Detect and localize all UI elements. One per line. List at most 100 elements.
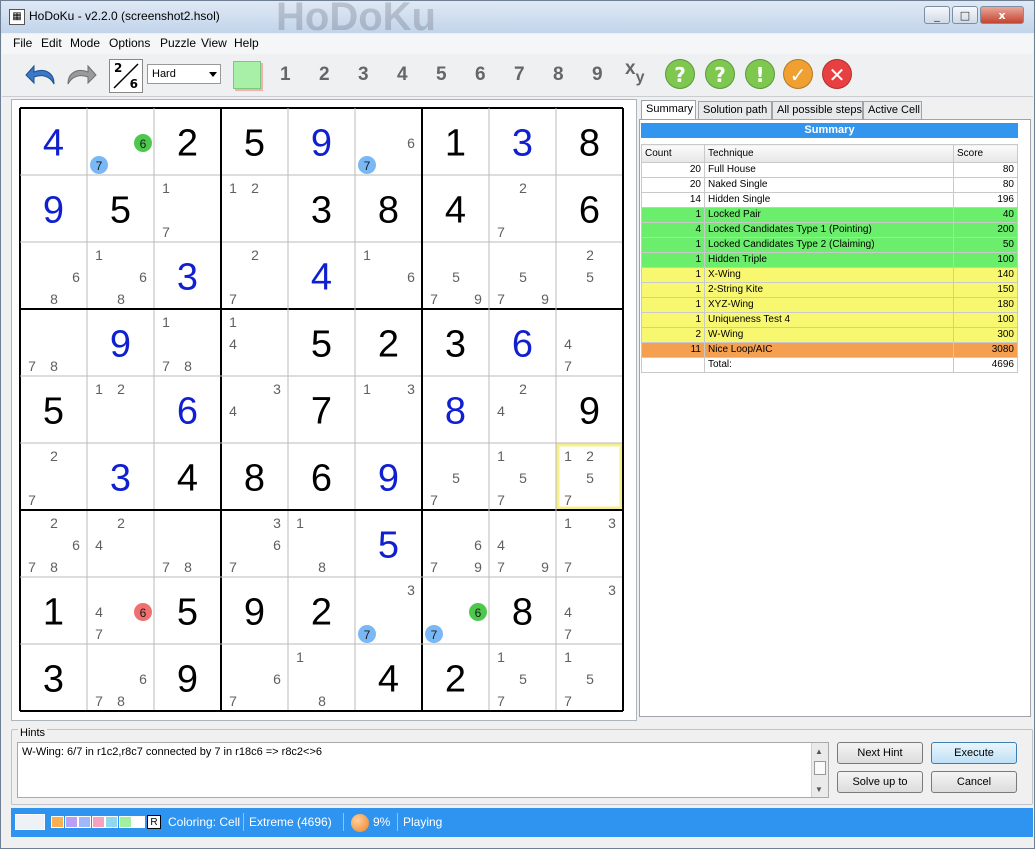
- digit-filter-7[interactable]: 7: [514, 64, 525, 86]
- scroll-up-icon[interactable]: ▲: [815, 747, 823, 756]
- cell-candidate: 7: [96, 159, 103, 173]
- menu-options[interactable]: Options: [109, 36, 150, 50]
- status-color-preview[interactable]: [15, 814, 45, 830]
- summary-cell-count: 1: [641, 297, 705, 313]
- coloring-swatch[interactable]: [118, 816, 132, 828]
- sudoku-board-panel: 4672596713895171238427668168327416579579…: [11, 99, 637, 721]
- coloring-swatch[interactable]: [78, 816, 91, 828]
- cell-value: 6: [579, 190, 600, 232]
- cell-candidate: 6: [140, 137, 147, 151]
- coloring-swatch[interactable]: [91, 816, 105, 828]
- cancel-button[interactable]: Cancel: [931, 771, 1017, 793]
- cell-candidate: 9: [474, 559, 482, 575]
- table-row[interactable]: 1 XYZ-Wing 180: [641, 297, 1018, 313]
- minimize-button[interactable]: _: [924, 6, 950, 24]
- summary-cell-score: 80: [953, 177, 1018, 193]
- table-row[interactable]: 1 Locked Pair 40: [641, 207, 1018, 223]
- scroll-thumb[interactable]: [814, 761, 826, 775]
- menu-mode[interactable]: Mode: [70, 36, 100, 50]
- cell-candidate: 7: [497, 291, 505, 307]
- menu-file[interactable]: File: [13, 36, 32, 50]
- candidate-filter-icon[interactable]: 2 6: [109, 59, 143, 93]
- summary-cell-tech: Locked Pair: [704, 207, 954, 223]
- cell-candidate: 2: [586, 448, 594, 464]
- undo-icon[interactable]: [24, 62, 58, 88]
- summary-cell-count: 1: [641, 312, 705, 328]
- col-technique[interactable]: Technique: [704, 144, 954, 163]
- table-row[interactable]: 1 Locked Candidates Type 2 (Claiming) 50: [641, 237, 1018, 253]
- solve-up-to-button[interactable]: Solve up to: [837, 771, 923, 793]
- color-swatch-button[interactable]: [233, 61, 261, 89]
- digit-filter-9[interactable]: 9: [592, 64, 603, 86]
- cell-value: 5: [311, 324, 332, 366]
- cell-candidate: 7: [430, 291, 438, 307]
- cell-candidate: 7: [430, 559, 438, 575]
- hint-concrete-button[interactable]: ?: [705, 59, 735, 89]
- summary-cell-tech: XYZ-Wing: [704, 297, 954, 313]
- summary-cell-count: 20: [641, 177, 705, 193]
- table-row[interactable]: 1 2-String Kite 150: [641, 282, 1018, 298]
- redo-icon[interactable]: [64, 62, 98, 88]
- table-row[interactable]: 11 Nice Loop/AIC 3080: [641, 342, 1018, 358]
- summary-cell-count: 1: [641, 237, 705, 253]
- digit-filter-5[interactable]: 5: [436, 64, 447, 86]
- coloring-swatch[interactable]: [132, 816, 145, 828]
- col-count[interactable]: Count: [641, 144, 705, 163]
- table-row[interactable]: 14 Hidden Single 196: [641, 192, 1018, 208]
- cell-value: 9: [177, 659, 198, 701]
- table-row[interactable]: 1 Uniqueness Test 4 100: [641, 312, 1018, 328]
- digit-filter-6[interactable]: 6: [475, 64, 486, 86]
- cell-candidate: 7: [431, 628, 438, 642]
- cell-candidate: 1: [296, 649, 304, 665]
- summary-cell-tech: Locked Candidates Type 1 (Pointing): [704, 222, 954, 238]
- maximize-button[interactable]: □: [952, 6, 978, 24]
- next-hint-button[interactable]: Next Hint: [837, 742, 923, 764]
- table-row[interactable]: 1 Hidden Triple 100: [641, 252, 1018, 268]
- cell-candidate: 5: [452, 269, 460, 285]
- col-score[interactable]: Score: [953, 144, 1018, 163]
- coloring-swatch[interactable]: [51, 816, 64, 828]
- close-button[interactable]: x: [980, 6, 1024, 24]
- summary-cell-score: 180: [953, 297, 1018, 313]
- hint-vague-button[interactable]: ?: [665, 59, 695, 89]
- reset-coloring-button[interactable]: R: [147, 815, 161, 829]
- tab-all-possible-steps[interactable]: All possible steps: [772, 101, 863, 119]
- menu-edit[interactable]: Edit: [41, 36, 62, 50]
- coloring-mode-label[interactable]: Coloring: Cell: [168, 815, 240, 829]
- table-row[interactable]: 20 Naked Single 80: [641, 177, 1018, 193]
- show-next-step-button[interactable]: !: [745, 59, 775, 89]
- execute-step-button[interactable]: ✓: [783, 59, 813, 89]
- xy-filter-button[interactable]: xy: [625, 58, 644, 86]
- summary-cell-score: 50: [953, 237, 1018, 253]
- level-select[interactable]: Hard: [147, 64, 221, 84]
- hints-label: Hints: [18, 727, 48, 739]
- cell-value: 9: [311, 123, 332, 165]
- hint-scrollbar[interactable]: ▲ ▼: [811, 743, 828, 797]
- summary-cell-count: 4: [641, 222, 705, 238]
- coloring-swatch[interactable]: [64, 816, 78, 828]
- table-row[interactable]: 1 X-Wing 140: [641, 267, 1018, 283]
- menu-help[interactable]: Help: [234, 36, 259, 50]
- digit-filter-1[interactable]: 1: [280, 64, 291, 86]
- table-row[interactable]: Total: 4696: [641, 357, 1018, 373]
- table-row[interactable]: 2 W-Wing 300: [641, 327, 1018, 343]
- digit-filter-8[interactable]: 8: [553, 64, 564, 86]
- execute-button[interactable]: Execute: [931, 742, 1017, 764]
- table-row[interactable]: 20 Full House 80: [641, 162, 1018, 178]
- tab-active-cell[interactable]: Active Cell: [863, 101, 922, 119]
- digit-filter-4[interactable]: 4: [397, 64, 408, 86]
- summary-cell-score: 3080: [953, 342, 1018, 358]
- coloring-swatch[interactable]: [105, 816, 118, 828]
- digit-filter-3[interactable]: 3: [358, 64, 369, 86]
- scroll-down-icon[interactable]: ▼: [815, 785, 823, 794]
- menu-view[interactable]: View: [201, 36, 227, 50]
- tab-solution-path[interactable]: Solution path: [698, 101, 772, 119]
- hint-text-area[interactable]: W-Wing: 6/7 in r1c2,r8c7 connected by 7 …: [17, 742, 829, 798]
- table-row[interactable]: 4 Locked Candidates Type 1 (Pointing) 200: [641, 222, 1018, 238]
- digit-filter-2[interactable]: 2: [319, 64, 330, 86]
- abort-step-button[interactable]: ✕: [822, 59, 852, 89]
- menu-puzzle[interactable]: Puzzle: [160, 36, 196, 50]
- sudoku-board[interactable]: 4 672 5 9 671 3 89 5171 23 8 427668168327416 57 957 9…: [12, 100, 636, 720]
- tab-summary[interactable]: Summary: [641, 100, 696, 120]
- cell-value: 4: [378, 659, 399, 701]
